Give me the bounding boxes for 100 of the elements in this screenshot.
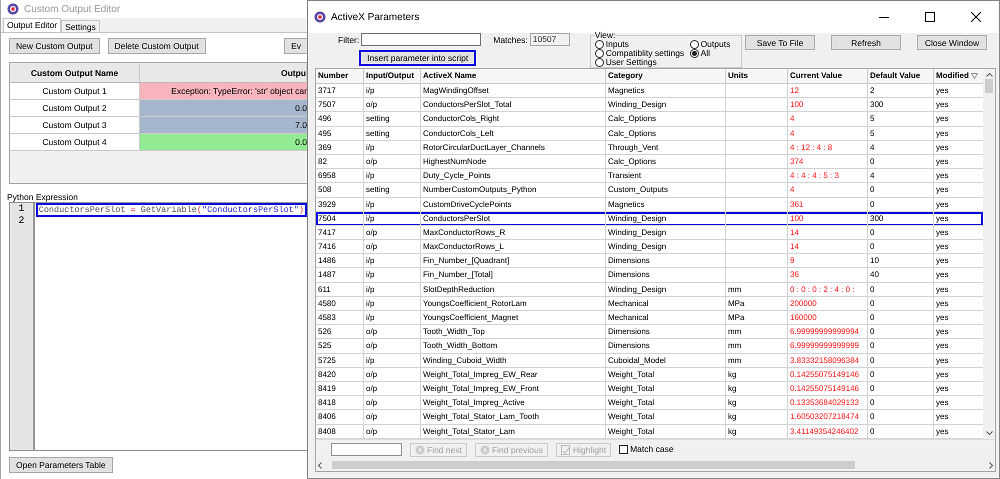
table-row[interactable]: 8419 o/p Weight_Total_Impreg_EW_Front Weight_Total kg 0.14255075149146 0 yes bbox=[316, 382, 984, 396]
table-row[interactable]: 4580 i/p YoungsCoefficient_RotorLam Mechanical MPa 200000 0 yes bbox=[316, 296, 984, 311]
toolbar-button[interactable]: Ev bbox=[284, 38, 307, 54]
radio-icon[interactable] bbox=[690, 40, 699, 49]
matches-field: 10507 bbox=[530, 33, 570, 46]
radio-icon[interactable] bbox=[594, 40, 604, 49]
match-case-checkbox[interactable]: Match case bbox=[619, 445, 674, 454]
action-button[interactable]: Save To File bbox=[745, 35, 815, 50]
table-row[interactable]: 82 o/p HighestNumNode Calc_Options 374 0 yes bbox=[316, 154, 984, 170]
column-header[interactable]: Default Value bbox=[868, 69, 934, 84]
insert-parameter-button[interactable]: Insert parameter into script bbox=[359, 50, 476, 66]
close-icon bbox=[971, 12, 981, 22]
table-cell: 4 : 4 : 4 : 5 : 3 bbox=[788, 169, 868, 184]
table-row[interactable]: 4583 i/p YoungsCoefficient_Magnet Mechanical MPa 160000 0 yes bbox=[316, 311, 984, 326]
table-cell: 5725 bbox=[316, 354, 364, 368]
table-row[interactable]: 6958 i/p Duty_Cycle_Points Transient 4 : 4 : 4 : 5 : 3 4 yes bbox=[316, 169, 984, 184]
table-cell: o/p bbox=[364, 154, 421, 170]
table-cell: Dimensions bbox=[606, 268, 726, 283]
scroll-thumb[interactable] bbox=[985, 79, 994, 93]
toolbar-button[interactable]: New Custom Output bbox=[9, 38, 100, 54]
table-row[interactable]: 7416 o/p MaxConductorRows_L Winding_Design 14 0 yes bbox=[316, 240, 984, 254]
find-icon bbox=[415, 444, 425, 454]
table-row[interactable]: 611 i/p SlotDepthReduction Winding_Design mm 0 : 0 : 0 : 2 : 4 : 0 : 0 yes bbox=[316, 282, 984, 297]
code-editor[interactable]: 1 2 ConductorsPerSlot = GetVariable("ConductorsPerSlot") bbox=[9, 202, 307, 451]
table-row[interactable]: 8420 o/p Weight_Total_Impreg_EW_Rear Weight_Total kg 0.14255075149146 0 yes bbox=[316, 368, 984, 382]
table-cell: mm bbox=[726, 282, 788, 297]
table-cell: Calc_Options bbox=[606, 112, 726, 127]
table-row[interactable]: 8418 o/p Weight_Total_Impreg_Active Weight_Total kg 0.13353684029133 0 yes bbox=[316, 396, 984, 410]
radio-option[interactable]: Compatiblity settings bbox=[594, 49, 687, 58]
group-label: Python Expression bbox=[7, 192, 79, 202]
radio-option[interactable]: Inputs bbox=[594, 40, 687, 49]
filter-icon bbox=[970, 73, 978, 79]
table-row[interactable]: 3717 i/p MagWindingOffset Magnetics 12 2 yes bbox=[316, 84, 984, 98]
radio-icon[interactable] bbox=[594, 49, 604, 58]
toolbar-button[interactable]: Delete Custom Output bbox=[108, 38, 206, 54]
table-row[interactable]: 526 o/p Tooth_Width_Top Dimensions mm 6.99999999999994 0 yes bbox=[316, 325, 984, 340]
minimize-icon bbox=[879, 16, 889, 18]
table-row[interactable]: 495 setting ConductorCols_Left Calc_Options 4 5 yes bbox=[316, 126, 984, 141]
table-row[interactable]: 508 setting NumberCustomOutputs_Python Custom_Outputs 4 0 yes bbox=[316, 183, 984, 198]
table-cell: 496 bbox=[316, 112, 364, 127]
table-cell: 4 bbox=[868, 169, 934, 184]
table-cell: Fin_Number_[Total] bbox=[421, 268, 606, 283]
table-cell: Exception: TypeError: 'str' object car bbox=[140, 83, 307, 100]
table-row[interactable]: 1486 i/p Fin_Number_[Quadrant] Dimensions 9 10 yes bbox=[316, 254, 984, 268]
column-header[interactable]: Units bbox=[726, 69, 788, 84]
open-parameters-button[interactable]: Open Parameters Table bbox=[9, 457, 113, 473]
table-row[interactable]: 7507 o/p ConductorsPerSlot_Total Winding_Design 100 300 yes bbox=[316, 98, 984, 112]
table-row[interactable]: 5725 i/p Winding_Cuboid_Width Cuboidal_Model mm 3.83332158096384 0 yes bbox=[316, 354, 984, 368]
table-cell: ConductorCols_Left bbox=[421, 126, 606, 141]
table-cell: 0.13353684029133 bbox=[788, 396, 868, 410]
radio-option[interactable]: Outputs bbox=[690, 40, 733, 49]
table-cell: Calc_Options bbox=[606, 126, 726, 141]
table-row[interactable]: 3929 i/p CustomDriveCyclePoints Magnetics 361 0 yes bbox=[316, 198, 984, 212]
table-cell: 4580 bbox=[316, 296, 364, 311]
table-cell: Through_Vent bbox=[606, 140, 726, 155]
table-cell: MPa bbox=[726, 311, 788, 326]
table-cell: Dimensions bbox=[606, 339, 726, 354]
table-cell: Winding_Cuboid_Width bbox=[421, 354, 606, 368]
find-field[interactable] bbox=[331, 443, 402, 456]
table-cell: YoungsCoefficient_RotorLam bbox=[421, 296, 606, 311]
table-row[interactable]: 8406 o/p Weight_Total_Stator_Lam_Tooth Weight_Total kg 1.60503207218474 0 yes bbox=[316, 410, 984, 424]
table-row[interactable]: 7417 o/p MaxConductorRows_R Winding_Design 14 0 yes bbox=[316, 226, 984, 240]
checkbox[interactable] bbox=[619, 445, 628, 454]
table-cell: Winding_Design bbox=[606, 226, 726, 240]
column-header[interactable]: Current Value bbox=[788, 69, 868, 84]
table-cell: 0 bbox=[868, 396, 934, 410]
radio-option[interactable]: User Settings bbox=[594, 58, 687, 67]
tab[interactable]: Output Editor bbox=[3, 18, 62, 32]
horizontal-scrollbar[interactable] bbox=[316, 459, 995, 471]
highlighted-row[interactable]: 7504 i/p ConductorsPerSlot Winding_Design 100 300 yes bbox=[316, 212, 984, 226]
action-button[interactable]: Refresh bbox=[831, 35, 901, 50]
action-button[interactable]: Close Window bbox=[917, 35, 987, 50]
tab[interactable]: Settings bbox=[61, 20, 100, 32]
filter-field[interactable] bbox=[361, 33, 482, 46]
column-header[interactable]: Category bbox=[606, 69, 726, 84]
table-cell: i/p bbox=[364, 84, 421, 98]
column-header[interactable]: ActiveX Name bbox=[421, 69, 606, 84]
filter-label: Filter: bbox=[338, 34, 360, 44]
table-cell: 160000 bbox=[788, 311, 868, 326]
column-header[interactable]: Number bbox=[316, 69, 364, 84]
table-cell: i/p bbox=[364, 268, 421, 283]
radio-option[interactable]: All bbox=[690, 49, 733, 58]
table-cell: 0 bbox=[868, 311, 934, 326]
column-header[interactable]: Input/Output bbox=[364, 69, 421, 84]
line-number: 2 bbox=[17, 216, 26, 227]
table-cell: RotorCircularDuctLayer_Channels bbox=[421, 140, 606, 155]
table-cell: 0.0 bbox=[140, 100, 307, 117]
table-cell: 8419 bbox=[316, 382, 364, 396]
table-cell: 40 bbox=[868, 268, 934, 283]
table-cell: 0.14255075149146 bbox=[788, 382, 868, 396]
table-cell: mm bbox=[726, 325, 788, 340]
radio-icon[interactable] bbox=[594, 58, 604, 67]
table-row[interactable]: 369 i/p RotorCircularDuctLayer_Channels Through_Vent 4 : 12 : 4 : 8 4 yes bbox=[316, 140, 984, 155]
vertical-scrollbar[interactable] bbox=[983, 69, 995, 439]
radio-icon[interactable] bbox=[690, 49, 699, 58]
table-row[interactable]: 1487 i/p Fin_Number_[Total] Dimensions 36 40 yes bbox=[316, 268, 984, 283]
table-cell: 495 bbox=[316, 126, 364, 141]
table-row[interactable]: 496 setting ConductorCols_Right Calc_Options 4 5 yes bbox=[316, 112, 984, 127]
table-row[interactable]: 525 o/p Tooth_Width_Bottom Dimensions mm 6.99999999999999 0 yes bbox=[316, 339, 984, 354]
scroll-thumb[interactable] bbox=[332, 461, 855, 469]
